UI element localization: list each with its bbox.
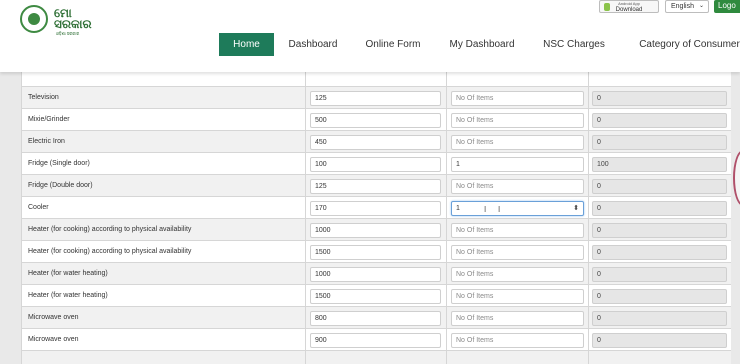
nav-my-dashboard[interactable]: My Dashboard bbox=[445, 33, 519, 56]
quantity-field[interactable]: No Of Items bbox=[451, 333, 584, 348]
logo-text: ମୋ ସରକାର bbox=[54, 6, 92, 31]
emblem-icon bbox=[20, 5, 48, 33]
total-load-field: 0 bbox=[592, 135, 727, 150]
appliance-name: Mixie/Grinder bbox=[28, 116, 70, 123]
appliance-name: Heater (for cooking) according to physic… bbox=[28, 226, 192, 233]
text-cursor-icon: I bbox=[484, 205, 487, 214]
nav-category-of-consumers[interactable]: Category of Consumers bbox=[629, 33, 740, 56]
quantity-field[interactable]: No Of Items bbox=[451, 91, 584, 106]
appliance-name: Fridge (Double door) bbox=[28, 182, 93, 189]
appliance-name: Heater (for cooking) according to physic… bbox=[28, 248, 192, 255]
table-row: Microwave oven 900 No Of Items 0 bbox=[21, 328, 731, 350]
chevron-down-icon: ⌄ bbox=[698, 3, 704, 9]
quantity-stepper[interactable]: 1 I I ⬍ bbox=[451, 201, 584, 216]
appliance-name: Electric Iron bbox=[28, 138, 65, 145]
spin-arrows-icon[interactable]: ⬍ bbox=[573, 202, 579, 215]
wattage-field[interactable]: 900 bbox=[310, 333, 441, 348]
text-cursor-icon: I bbox=[498, 205, 501, 214]
wattage-field[interactable]: 1500 bbox=[310, 289, 441, 304]
table-row: Heater (for cooking) according to physic… bbox=[21, 240, 731, 262]
appliance-name: Heater (for water heating) bbox=[28, 292, 108, 299]
android-icon bbox=[604, 3, 610, 11]
table-row: Fridge (Single door) 100 1 100 bbox=[21, 152, 731, 174]
logo-subtext: ଓଡ଼ିଶା ସରକାର bbox=[56, 31, 80, 36]
logout-button[interactable]: Logo bbox=[714, 0, 740, 13]
appliance-load-table: Television 125 No Of Items 0 Mixie/Grinder 50… bbox=[21, 64, 735, 364]
quantity-field[interactable]: No Of Items bbox=[451, 311, 584, 326]
nav-dashboard[interactable]: Dashboard bbox=[283, 33, 343, 56]
table-row: Heater (for water heating) 1500 No Of Item… bbox=[21, 284, 731, 306]
language-select[interactable]: English ⌄ bbox=[665, 0, 709, 13]
total-load-field: 100 bbox=[592, 157, 727, 172]
total-load-field: 0 bbox=[592, 223, 727, 238]
appliance-name: Microwave oven bbox=[28, 314, 79, 321]
total-load-field: 0 bbox=[592, 333, 727, 348]
table-row bbox=[21, 350, 731, 364]
table-row: Television 125 No Of Items 0 bbox=[21, 86, 731, 108]
table-row: Heater (for water heating) 1000 No Of Item… bbox=[21, 262, 731, 284]
android-app-download-button[interactable]: Android App Download bbox=[599, 0, 659, 13]
quantity-field[interactable]: No Of Items bbox=[451, 135, 584, 150]
wattage-field[interactable]: 1000 bbox=[310, 223, 441, 238]
total-load-field: 0 bbox=[592, 179, 727, 194]
appliance-name: Heater (for water heating) bbox=[28, 270, 108, 277]
quantity-field[interactable]: No Of Items bbox=[451, 245, 584, 260]
total-load-field: 0 bbox=[592, 267, 727, 282]
quantity-field[interactable]: 1 bbox=[451, 157, 584, 172]
wattage-field[interactable]: 100 bbox=[310, 157, 441, 172]
total-load-field: 0 bbox=[592, 91, 727, 106]
appliance-name: Cooler bbox=[28, 204, 49, 211]
wattage-field[interactable]: 1500 bbox=[310, 245, 441, 260]
table-row: Fridge (Double door) 125 No Of Items 0 bbox=[21, 174, 731, 196]
total-load-field: 0 bbox=[592, 201, 727, 216]
wattage-field[interactable]: 125 bbox=[310, 179, 441, 194]
quantity-field[interactable]: No Of Items bbox=[451, 289, 584, 304]
quantity-field[interactable]: No Of Items bbox=[451, 223, 584, 238]
table-row: Mixie/Grinder 500 No Of Items 0 bbox=[21, 108, 731, 130]
wattage-field[interactable]: 1000 bbox=[310, 267, 441, 282]
wattage-field[interactable]: 800 bbox=[310, 311, 441, 326]
nav-home[interactable]: Home bbox=[219, 33, 274, 56]
appliance-name: Fridge (Single door) bbox=[28, 160, 90, 167]
table-row: Electric Iron 450 No Of Items 0 bbox=[21, 130, 731, 152]
appliance-name: Microwave oven bbox=[28, 336, 79, 343]
wattage-field[interactable]: 450 bbox=[310, 135, 441, 150]
table-row: Microwave oven 800 No Of Items 0 bbox=[21, 306, 731, 328]
total-load-field: 0 bbox=[592, 289, 727, 304]
nav-nsc-charges[interactable]: NSC Charges bbox=[539, 33, 609, 56]
quantity-field[interactable]: No Of Items bbox=[451, 267, 584, 282]
quantity-field[interactable]: No Of Items bbox=[451, 113, 584, 128]
appliance-name: Television bbox=[28, 94, 59, 101]
site-header: ମୋ ସରକାର ଓଡ଼ିଶା ସରକାର Android App Downlo… bbox=[0, 0, 740, 72]
total-load-field: 0 bbox=[592, 311, 727, 326]
wattage-field[interactable]: 500 bbox=[310, 113, 441, 128]
wattage-field[interactable]: 125 bbox=[310, 91, 441, 106]
table-row: Cooler 170 1 I I ⬍ 0 bbox=[21, 196, 731, 218]
quantity-field[interactable]: No Of Items bbox=[451, 179, 584, 194]
total-load-field: 0 bbox=[592, 113, 727, 128]
wattage-field[interactable]: 170 bbox=[310, 201, 441, 216]
nav-online-form[interactable]: Online Form bbox=[360, 33, 426, 56]
total-load-field: 0 bbox=[592, 245, 727, 260]
table-row: Heater (for cooking) according to physic… bbox=[21, 218, 731, 240]
